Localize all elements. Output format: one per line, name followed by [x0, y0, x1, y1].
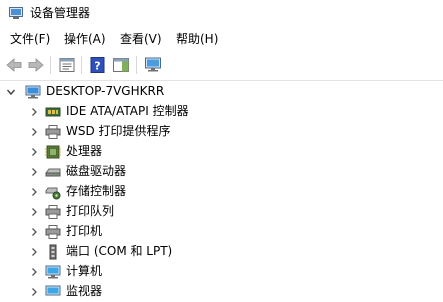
- tree-item-label: 存储控制器: [66, 184, 127, 198]
- processor-icon: [45, 145, 61, 159]
- printer-icon: [45, 125, 61, 139]
- monitor-scan-icon[interactable]: [144, 56, 162, 74]
- tree-item-processor[interactable]: 处理器: [0, 142, 443, 162]
- tree-item-ports[interactable]: 端口 (COM 和 LPT): [0, 242, 443, 262]
- tree-item-label: 打印队列: [66, 204, 115, 218]
- tree-item-label: 处理器: [66, 144, 103, 158]
- toolbar-separator: [50, 56, 51, 74]
- chevron-down-icon[interactable]: [6, 86, 16, 98]
- menu-help[interactable]: 帮助(H): [176, 32, 218, 47]
- tree-item-monitors[interactable]: 监视器: [0, 282, 443, 302]
- toolbar: ?: [0, 50, 443, 81]
- print-queue-icon: [45, 205, 61, 219]
- port-icon: [49, 244, 57, 260]
- computer-icon: [45, 265, 61, 279]
- tree-item-storage-controllers[interactable]: 存储控制器: [0, 182, 443, 202]
- tree-item-label: IDE ATA/ATAPI 控制器: [66, 104, 189, 118]
- title-bar: 设备管理器: [0, 0, 443, 28]
- window-title: 设备管理器: [30, 6, 91, 20]
- device-tree: DESKTOP-7VGHKRR IDE ATA/ATAPI 控制器 WSD 打印…: [0, 82, 443, 298]
- chevron-right-icon[interactable]: [29, 266, 39, 278]
- menu-bar: 文件(F) 操作(A) 查看(V) 帮助(H): [0, 30, 443, 50]
- chevron-right-icon[interactable]: [29, 106, 39, 118]
- tree-item-label: 监视器: [66, 284, 103, 298]
- device-manager-icon: [9, 7, 23, 19]
- tree-item-print-queues[interactable]: 打印队列: [0, 202, 443, 222]
- svg-text:?: ?: [94, 60, 100, 73]
- chevron-right-icon[interactable]: [29, 246, 39, 258]
- storage-controller-icon: [45, 187, 61, 200]
- monitor-icon: [45, 285, 61, 296]
- forward-arrow-icon[interactable]: [27, 56, 45, 74]
- chevron-right-icon[interactable]: [29, 166, 39, 178]
- tree-item-label: WSD 打印提供程序: [66, 124, 171, 138]
- tree-item-label: 打印机: [66, 224, 103, 238]
- tree-item-label: 计算机: [66, 264, 103, 278]
- action-pane-icon[interactable]: [112, 56, 130, 74]
- chevron-right-icon[interactable]: [29, 286, 39, 298]
- menu-file[interactable]: 文件(F): [10, 32, 50, 47]
- tree-item-label: 端口 (COM 和 LPT): [66, 244, 173, 258]
- computer-root-icon: [25, 85, 41, 99]
- disk-drive-icon: [45, 168, 61, 177]
- menu-view[interactable]: 查看(V): [120, 32, 162, 47]
- help-icon[interactable]: ?: [89, 56, 107, 74]
- toolbar-separator: [136, 56, 137, 74]
- chevron-right-icon[interactable]: [29, 206, 39, 218]
- tree-item-label: 磁盘驱动器: [66, 164, 127, 178]
- tree-item-wsd[interactable]: WSD 打印提供程序: [0, 122, 443, 142]
- chevron-right-icon[interactable]: [29, 186, 39, 198]
- toolbar-separator: [81, 56, 82, 74]
- menu-action[interactable]: 操作(A): [64, 32, 106, 47]
- tree-item-computer[interactable]: 计算机: [0, 262, 443, 282]
- back-arrow-icon[interactable]: [5, 56, 23, 74]
- tree-item-ide[interactable]: IDE ATA/ATAPI 控制器: [0, 102, 443, 122]
- chevron-right-icon[interactable]: [29, 226, 39, 238]
- tree-item-printers[interactable]: 打印机: [0, 222, 443, 242]
- tree-root[interactable]: DESKTOP-7VGHKRR: [0, 82, 443, 102]
- properties-icon[interactable]: [58, 56, 76, 74]
- chevron-right-icon[interactable]: [29, 146, 39, 158]
- tree-item-disk-drives[interactable]: 磁盘驱动器: [0, 162, 443, 182]
- tree-root-label: DESKTOP-7VGHKRR: [46, 84, 165, 98]
- chevron-right-icon[interactable]: [29, 126, 39, 138]
- ide-controller-icon: [45, 107, 61, 117]
- printer-icon: [45, 225, 61, 239]
